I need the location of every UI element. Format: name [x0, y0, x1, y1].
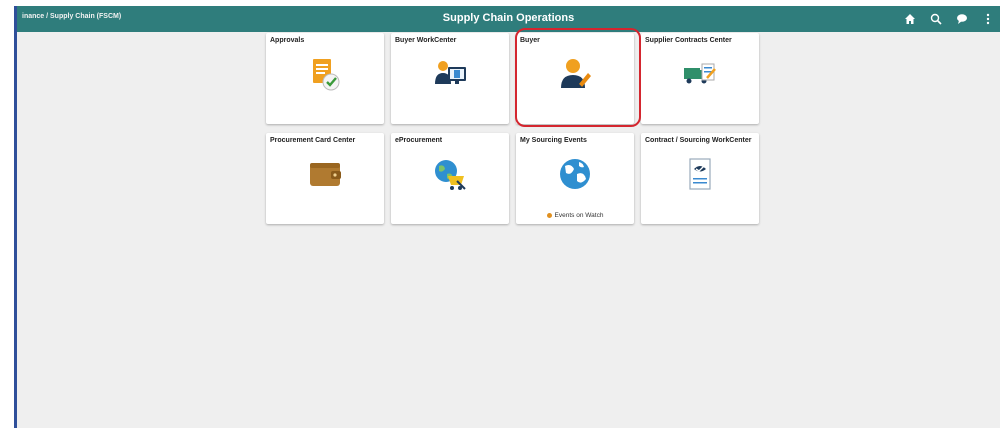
- eprocurement-icon: [430, 154, 470, 194]
- tile-label: eProcurement: [395, 137, 443, 144]
- chat-icon[interactable]: [954, 11, 970, 27]
- tile-label: Contract / Sourcing WorkCenter: [645, 137, 752, 144]
- buyer-icon: [555, 54, 595, 94]
- events-on-watch[interactable]: Events on Watch: [516, 212, 634, 219]
- tile-label: Buyer: [520, 37, 540, 44]
- tile-label: Approvals: [270, 37, 305, 44]
- globe-icon: [555, 154, 595, 194]
- home-icon[interactable]: [902, 11, 918, 27]
- tile-label: Supplier Contracts Center: [645, 37, 732, 44]
- top-navigation-bar: inance / Supply Chain (FSCM) Supply Chai…: [17, 6, 1000, 32]
- tile-eprocurement[interactable]: eProcurement: [391, 133, 509, 224]
- more-icon[interactable]: [980, 11, 996, 27]
- supplier-contracts-icon: [680, 54, 720, 94]
- tile-supplier-contracts-center[interactable]: Supplier Contracts Center: [641, 33, 759, 124]
- approvals-icon: [305, 54, 345, 94]
- alert-icon: [546, 212, 552, 218]
- tile-label: My Sourcing Events: [520, 137, 587, 144]
- page-title: Supply Chain Operations: [442, 12, 575, 24]
- tile-approvals[interactable]: Approvals: [266, 33, 384, 124]
- tile-procurement-card-center[interactable]: Procurement Card Center: [266, 133, 384, 224]
- app-frame: inance / Supply Chain (FSCM) Supply Chai…: [14, 6, 1000, 428]
- tile-buyer-workcenter[interactable]: Buyer WorkCenter: [391, 33, 509, 124]
- buyer-workcenter-icon: [430, 54, 470, 94]
- tile-buyer[interactable]: Buyer: [516, 33, 634, 124]
- tile-my-sourcing-events[interactable]: My Sourcing Events Events on Watch: [516, 133, 634, 224]
- wallet-icon: [305, 154, 345, 194]
- tile-label: Procurement Card Center: [270, 137, 356, 144]
- contract-sourcing-icon: [680, 154, 720, 194]
- tile-label: Buyer WorkCenter: [395, 37, 457, 44]
- events-on-watch-label: Events on Watch: [554, 212, 604, 219]
- tile-contract-sourcing-workcenter[interactable]: Contract / Sourcing WorkCenter: [641, 133, 759, 224]
- search-icon[interactable]: [928, 11, 944, 27]
